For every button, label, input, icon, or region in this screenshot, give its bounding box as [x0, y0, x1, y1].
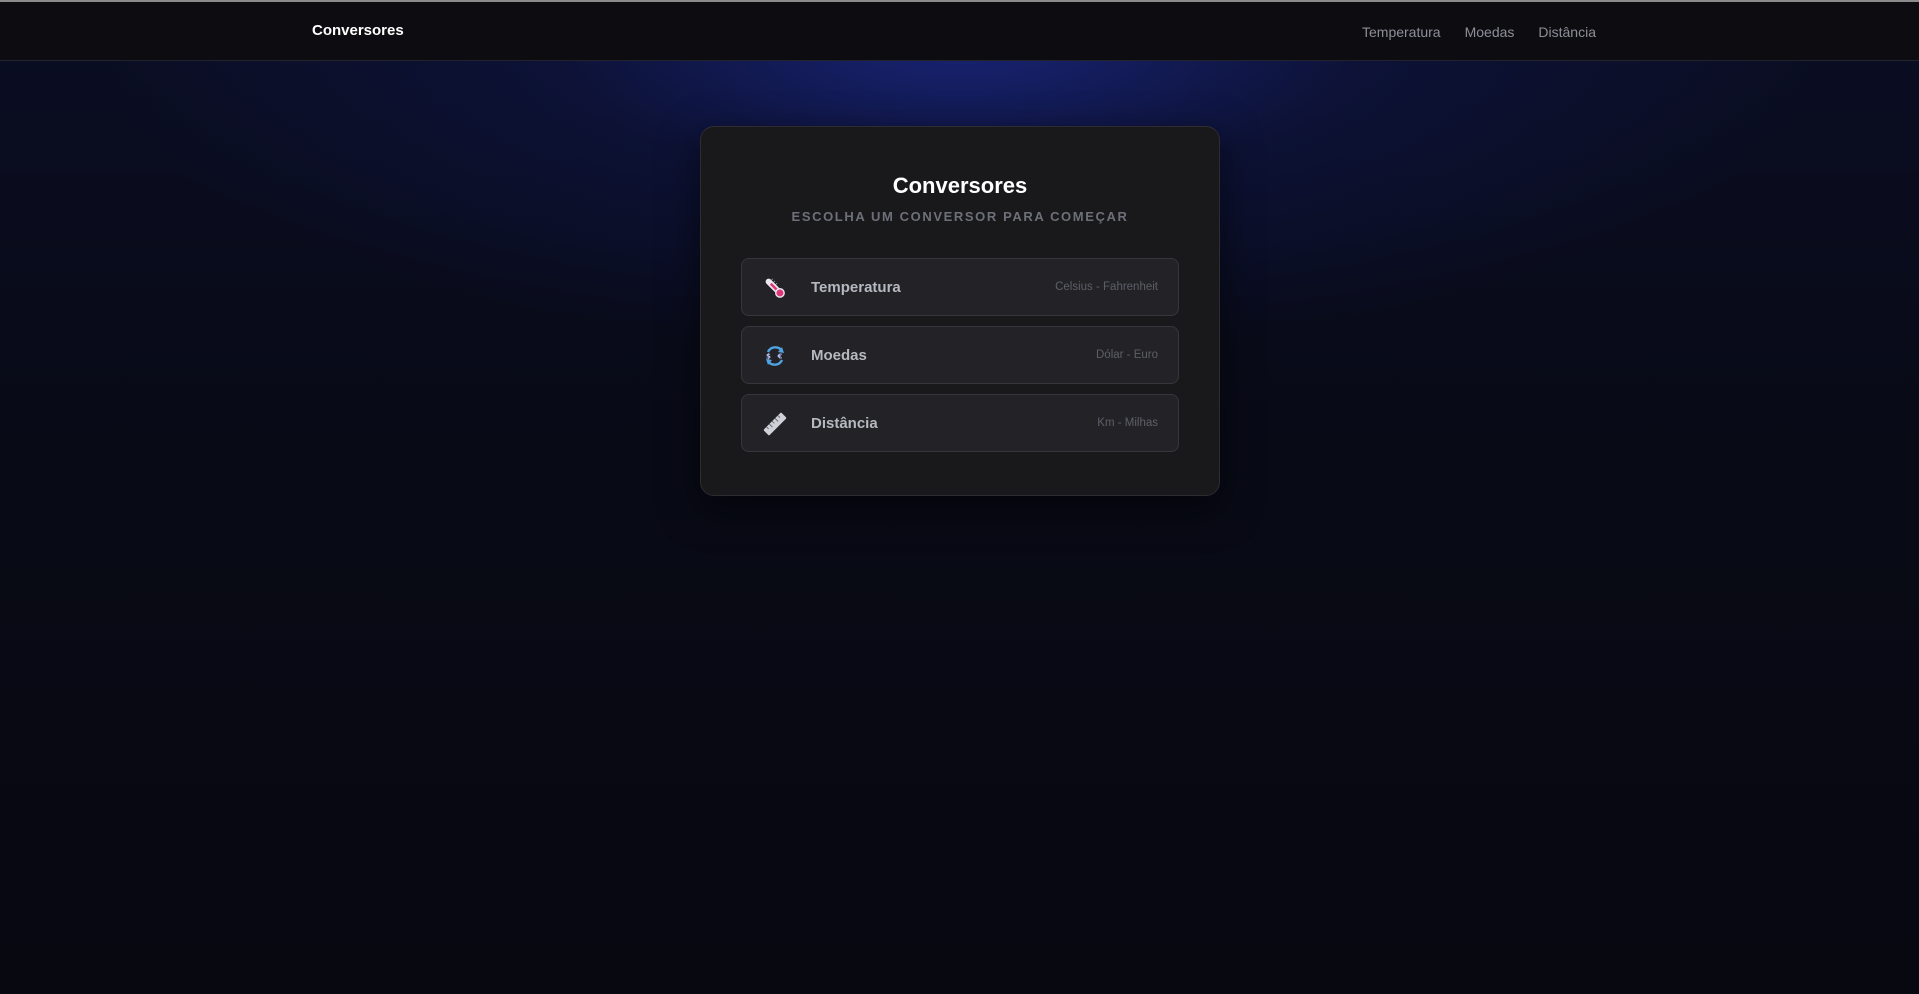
navbar: Conversores Temperatura Moedas Distância — [0, 2, 1919, 61]
nav-link-moedas[interactable]: Moedas — [1465, 24, 1515, 40]
option-label: Distância — [811, 415, 878, 432]
option-label: Temperatura — [811, 279, 901, 296]
option-description: Celsius - Fahrenheit — [1055, 281, 1158, 293]
nav-link-temperatura[interactable]: Temperatura — [1362, 24, 1441, 40]
currency-exchange-icon: $ € — [762, 343, 788, 369]
option-description: Km - Milhas — [1097, 417, 1158, 429]
thermometer-icon — [762, 275, 788, 301]
navbar-brand[interactable]: Conversores — [312, 22, 404, 39]
option-distancia[interactable]: Distância Km - Milhas — [741, 394, 1179, 452]
nav-links: Temperatura Moedas Distância — [1362, 24, 1596, 40]
ruler-icon — [762, 411, 788, 437]
card-title: Conversores — [892, 173, 1028, 198]
option-description: Dólar - Euro — [1096, 349, 1158, 361]
nav-link-distancia[interactable]: Distância — [1538, 24, 1596, 40]
svg-text:$: $ — [766, 353, 771, 361]
svg-text:€: € — [777, 353, 783, 361]
option-moedas[interactable]: $ € Moedas Dólar - Euro — [741, 326, 1179, 384]
card-subtitle: ESCOLHA UM CONVERSOR PARA COMEÇAR — [791, 209, 1129, 224]
option-label: Moedas — [811, 347, 867, 364]
converter-card: Conversores ESCOLHA UM CONVERSOR PARA CO… — [700, 126, 1220, 496]
option-temperatura[interactable]: Temperatura Celsius - Fahrenheit — [741, 258, 1179, 316]
